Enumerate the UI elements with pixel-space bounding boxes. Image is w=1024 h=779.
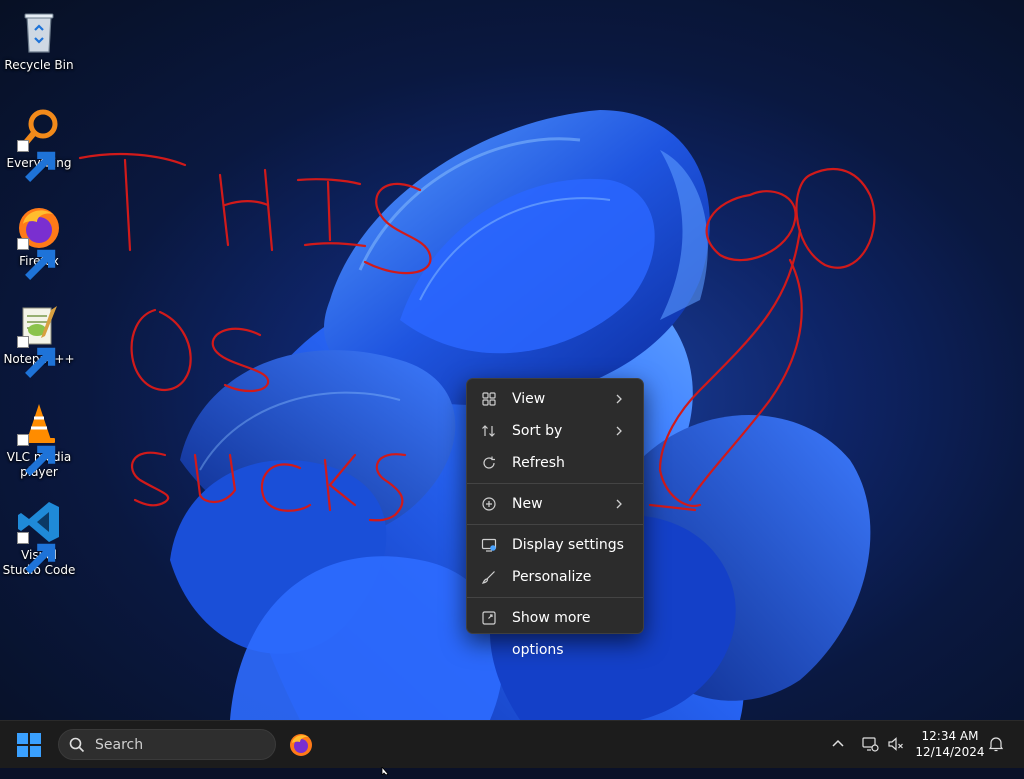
menu-item-refresh[interactable]: Refresh — [471, 447, 639, 479]
taskbar-app-firefox[interactable] — [288, 732, 314, 758]
menu-item-personalize[interactable]: Personalize — [471, 561, 639, 593]
recycle-bin-icon — [15, 8, 63, 56]
tray-network[interactable] — [861, 735, 879, 753]
menu-item-sort-by[interactable]: Sort by — [471, 415, 639, 447]
magnifier-icon — [15, 106, 63, 182]
vscode-icon — [15, 498, 63, 574]
expand-icon — [481, 610, 497, 626]
network-monitor-icon — [862, 737, 879, 752]
shortcut-arrow-icon — [17, 140, 56, 182]
chevron-right-icon — [611, 496, 627, 512]
desktop-wallpaper[interactable]: Recycle Bin Everything Firefox Notepad++… — [0, 0, 1024, 720]
vlc-cone-icon — [15, 400, 63, 476]
desktop-icon-everything[interactable]: Everything — [2, 106, 76, 182]
menu-separator — [467, 597, 643, 598]
grid-icon — [481, 391, 497, 407]
chevron-right-icon — [611, 391, 627, 407]
taskbar-clock[interactable]: 12:34 AM 12/14/2024 — [912, 728, 988, 760]
shortcut-arrow-icon — [17, 238, 56, 280]
volume-muted-icon — [888, 737, 903, 751]
menu-item-label: View — [512, 391, 546, 407]
shortcut-arrow-icon — [17, 434, 56, 476]
menu-item-display-settings[interactable]: Display settings — [471, 529, 639, 561]
desktop-icon-vscode[interactable]: Visual Studio Code — [2, 498, 76, 578]
desktop-icon-notepadpp[interactable]: Notepad++ — [2, 302, 76, 378]
brush-icon — [481, 569, 497, 585]
display-icon — [481, 537, 497, 553]
taskbar: Search 12:34 AM 12/14/2024 — [0, 720, 1024, 768]
notification-button[interactable] — [987, 735, 1005, 753]
mouse-cursor-icon — [381, 760, 393, 776]
menu-separator — [467, 483, 643, 484]
menu-item-label: Personalize — [512, 569, 592, 585]
taskbar-search-box[interactable]: Search — [58, 729, 276, 760]
sort-icon — [481, 423, 497, 439]
desktop-context-menu: View Sort by Refresh New Display setting… — [466, 378, 644, 658]
menu-item-show-more-options[interactable]: Show more options — [471, 602, 639, 658]
shortcut-arrow-icon — [17, 336, 56, 378]
shortcut-arrow-icon — [17, 532, 56, 574]
menu-item-label: New — [512, 496, 543, 512]
menu-item-label: Display settings — [512, 537, 624, 553]
refresh-icon — [481, 455, 497, 471]
search-placeholder: Search — [95, 737, 144, 753]
clock-time: 12:34 AM — [921, 729, 979, 743]
chevron-right-icon — [611, 423, 627, 439]
tray-volume[interactable] — [887, 735, 905, 753]
start-button[interactable] — [16, 732, 42, 758]
menu-item-view[interactable]: View — [471, 383, 639, 415]
desktop-icon-vlc[interactable]: VLC media player — [2, 400, 76, 480]
notepadpp-icon — [15, 302, 63, 378]
plus-circle-icon — [481, 496, 497, 512]
menu-item-new[interactable]: New — [471, 488, 639, 520]
desktop-icon-label: Recycle Bin — [4, 58, 74, 72]
menu-item-label: Sort by — [512, 423, 563, 439]
desktop-icon-firefox[interactable]: Firefox — [2, 204, 76, 280]
windows-logo-icon — [17, 733, 41, 757]
firefox-icon — [15, 204, 63, 280]
clock-date: 12/14/2024 — [915, 745, 985, 759]
firefox-icon — [290, 734, 312, 756]
desktop-icon-recycle-bin[interactable]: Recycle Bin — [2, 8, 76, 73]
search-icon — [69, 737, 85, 753]
bell-icon — [988, 737, 1004, 752]
tray-overflow-chevron[interactable] — [829, 735, 847, 753]
menu-item-label: Refresh — [512, 455, 565, 471]
menu-separator — [467, 524, 643, 525]
chevron-up-icon — [832, 739, 844, 747]
